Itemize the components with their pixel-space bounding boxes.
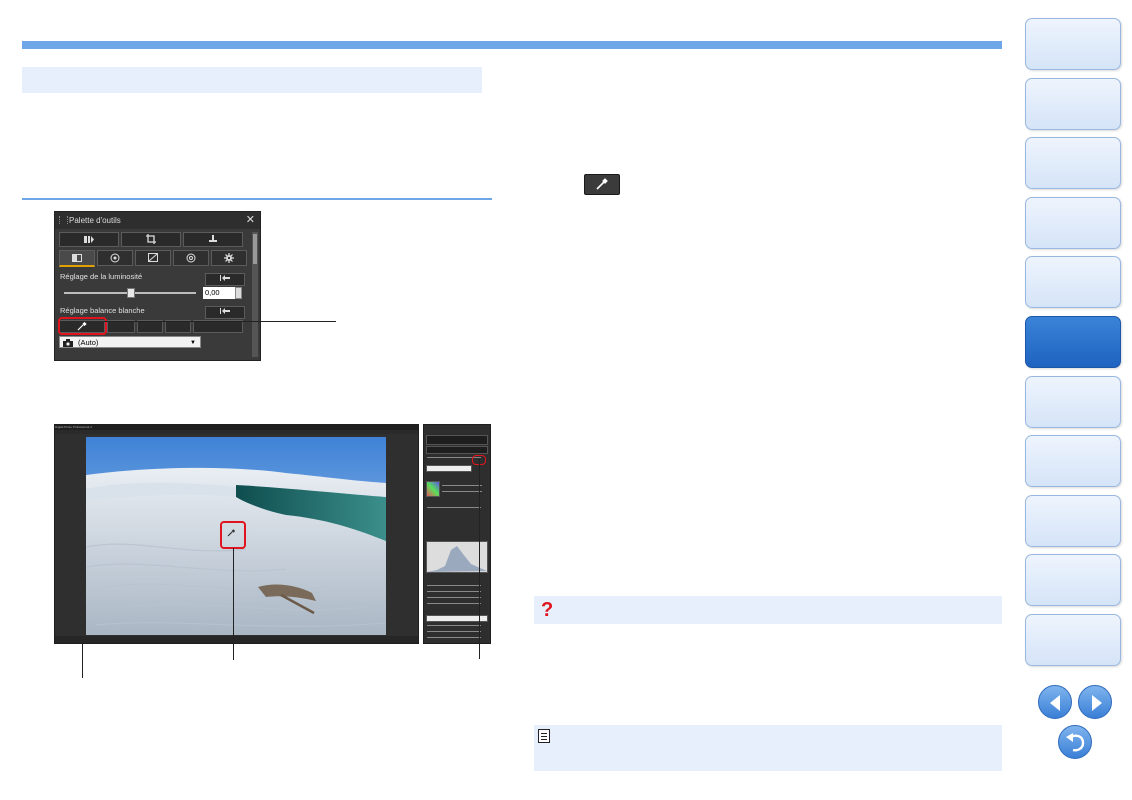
tab-curve[interactable] [135,250,171,266]
memo-icon [538,729,550,743]
wb-reset-button[interactable] [205,306,245,319]
palette-title: Palette d'outils [69,216,121,225]
arrow-right-icon [1092,695,1102,711]
nav-tab-3[interactable] [1025,137,1121,190]
gear-icon [224,253,234,263]
callout-line-eyedropper [104,321,336,322]
brightness-slider-thumb[interactable] [127,288,135,298]
section-heading-box [22,67,482,93]
reset-icon [220,308,230,314]
callout-line-statusbar [82,642,83,678]
tip-box: ? [534,596,1002,624]
sp-tabs [426,446,488,454]
brightness-value-field[interactable]: 0,00 [203,287,235,299]
nav-tab-4[interactable] [1025,196,1121,249]
tab-lens[interactable] [97,250,133,266]
wb-label: Réglage balance blanche [60,306,145,315]
nav-tab-9[interactable] [1025,494,1121,547]
return-icon [1066,733,1085,752]
close-icon[interactable]: ✕ [246,212,255,229]
sp-slider-3 [442,491,482,492]
eyedropper-button-illustration [584,174,620,195]
tab-basic[interactable] [59,250,95,267]
compare-icon [84,236,94,243]
stamp-icon [209,235,217,242]
reset-icon [220,275,230,281]
histogram-graph [427,546,487,572]
stamp-button[interactable] [183,232,243,247]
sp-slider-11 [427,637,481,638]
dropdown-arrow-icon: ▼ [190,340,196,346]
compare-button[interactable] [59,232,119,247]
sp-slider-8 [427,603,481,604]
nav-tab-11[interactable] [1025,614,1121,666]
next-page-button[interactable] [1078,685,1112,719]
nav-tab-1[interactable] [1025,18,1121,70]
palette-scrollbar[interactable] [252,232,258,357]
nav-tab-8[interactable] [1025,435,1121,488]
curve-icon [148,253,158,262]
section-rule [22,198,492,200]
camera-icon [63,339,73,347]
back-button[interactable] [1058,725,1092,759]
brightness-spinner[interactable] [235,287,242,299]
sp-toolbar [426,435,488,445]
arrow-left-icon [1050,695,1060,711]
eyedropper-icon [596,178,608,190]
sp-select [426,465,472,472]
crop-button[interactable] [121,232,181,247]
sp-slider-9 [427,625,481,626]
tab-color[interactable] [173,250,209,266]
main-window-screenshot: Digital Photo Professional 4 [54,424,419,644]
sp-slider-2 [442,485,482,486]
basic-adjust-icon [72,254,82,262]
side-tool-palette-screenshot [423,424,491,644]
nav-tab-5[interactable] [1025,256,1121,309]
grip-icon [59,216,68,224]
sp-slider-7 [427,597,481,598]
eyedropper-highlight [58,317,107,335]
sp-slider-10 [427,631,481,632]
callout-line-cursor [233,548,234,660]
eyedropper-cursor-icon [227,529,235,537]
main-window-statusbar [55,636,418,643]
tab-settings[interactable] [211,250,247,266]
sp-slider-5 [427,585,481,586]
note-box [534,725,1002,771]
wb-select-value: (Auto) [78,338,99,347]
crop-icon [146,234,156,244]
wb-select[interactable]: (Auto) ▼ [59,336,201,348]
brightness-reset-button[interactable] [205,273,245,286]
nav-tab-6[interactable] [1025,316,1121,368]
nav-tab-2[interactable] [1025,77,1121,130]
question-icon: ? [541,599,554,621]
top-rule [22,41,1002,49]
color-icon [186,253,196,263]
main-window-menubar [55,430,418,434]
previous-page-button[interactable] [1038,685,1072,719]
callout-line-palette [479,459,480,659]
brightness-label: Réglage de la luminosité [60,272,143,281]
nav-tab-7[interactable] [1025,375,1121,428]
palette-titlebar: Palette d'outils ✕ [55,212,260,229]
sp-color-wheel [426,481,440,497]
sp-slider-6 [427,591,481,592]
nav-tab-10[interactable] [1025,554,1121,607]
sp-slider-4 [427,507,481,508]
tool-palette: Palette d'outils ✕ Réglage de la luminos… [54,211,261,361]
lens-icon [110,253,120,263]
